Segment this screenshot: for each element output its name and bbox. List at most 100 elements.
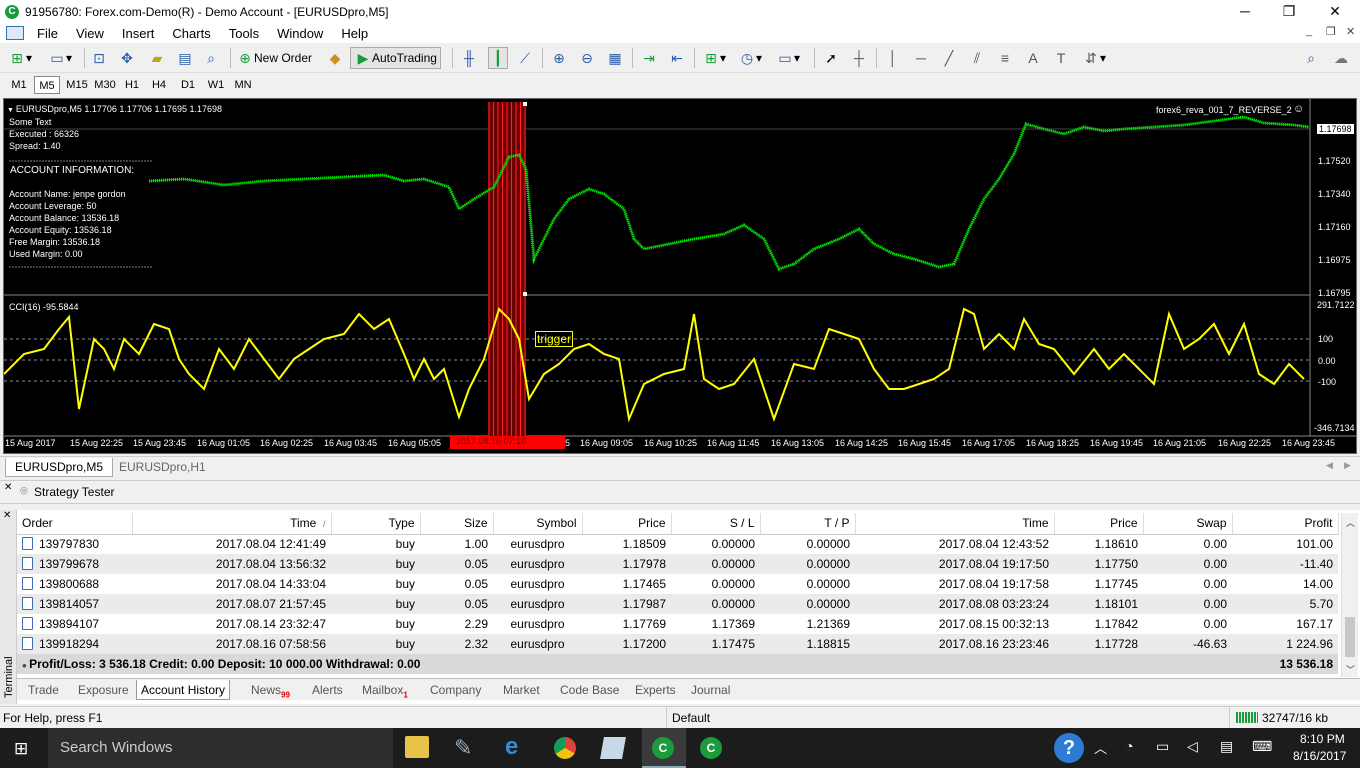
minimize-button[interactable]: ─ (1222, 0, 1268, 23)
fibonacci-button[interactable]: ≡ (996, 47, 1014, 69)
col-price[interactable]: Price (582, 513, 672, 535)
col-tp[interactable]: T / P (760, 513, 856, 535)
maximize-button[interactable]: ❐ (1266, 0, 1312, 23)
close-button[interactable]: ✕ (1312, 0, 1358, 23)
equidistant-channel-button[interactable]: ⫽ (968, 47, 986, 69)
col-type[interactable]: Type (331, 513, 421, 535)
table-row[interactable]: 139797830 2017.08.04 12:41:49 buy 1.00 eurus… (17, 534, 1338, 554)
menu-help[interactable]: Help (332, 26, 377, 41)
table-row[interactable]: 139800688 2017.08.04 14:33:04 buy 0.05 eurus… (17, 574, 1338, 594)
menu-view[interactable]: View (67, 26, 113, 41)
battery-icon[interactable]: ▭ (1156, 738, 1169, 755)
col-swap[interactable]: Swap (1143, 513, 1233, 535)
tab-scroll-left-icon[interactable]: ◀ (1326, 460, 1333, 471)
scroll-up-icon[interactable]: ︿ (1346, 516, 1355, 529)
menu-tools[interactable]: Tools (220, 26, 268, 41)
mdi-close-icon[interactable]: ✕ (1346, 25, 1355, 38)
col-sl[interactable]: S / L (671, 513, 761, 535)
mdi-restore-icon[interactable]: ❐ (1326, 25, 1336, 38)
mdi-icon[interactable] (6, 26, 24, 40)
keyboard-icon[interactable]: ⌨ (1252, 738, 1272, 755)
menu-charts[interactable]: Charts (163, 26, 219, 41)
tab-account-history[interactable]: Account History (136, 680, 231, 700)
cursor-button[interactable]: ➚ (822, 47, 840, 69)
market-watch-button[interactable]: ⊡ (90, 47, 108, 69)
close-terminal-icon[interactable]: ✕ (3, 510, 11, 521)
templates-button[interactable]: ▭ ▾ (776, 47, 800, 69)
scroll-thumb[interactable] (1345, 617, 1355, 657)
col-close-time[interactable]: Time (855, 513, 1055, 535)
col-order[interactable]: Order (17, 513, 133, 535)
terminal-button[interactable]: ▤ (176, 47, 194, 69)
tray-chevron-icon[interactable]: ︿ (1094, 738, 1107, 757)
chart-canvas[interactable] (4, 99, 1356, 453)
tester-button[interactable]: ⌕ (202, 47, 220, 69)
crosshair-button[interactable]: ┼ (850, 47, 868, 69)
period-h1[interactable]: H1 (119, 76, 145, 94)
bar-chart-button[interactable]: ╫ (460, 47, 478, 69)
horizontal-line-button[interactable]: ─ (912, 47, 930, 69)
menu-file[interactable]: File (28, 26, 67, 41)
network-icon[interactable]: ◔ (1125, 738, 1133, 754)
table-row[interactable]: 139918294 2017.08.16 07:58:56 buy 2.32 eurus… (17, 634, 1338, 654)
table-row[interactable]: 139894107 2017.08.14 23:32:47 buy 2.29 eurus… (17, 614, 1338, 634)
period-m30[interactable]: M30 (90, 76, 120, 94)
tab-mailbox[interactable]: Mailbox1 (362, 680, 408, 700)
zoom-in-button[interactable]: ⊕ (550, 47, 568, 69)
text-label-button[interactable]: T (1052, 47, 1070, 69)
tile-windows-button[interactable]: ▦ (606, 47, 624, 69)
col-profit[interactable]: Profit (1232, 513, 1339, 535)
tab-trade[interactable]: Trade (28, 680, 59, 700)
tab-alerts[interactable]: Alerts (312, 680, 343, 700)
chat-button[interactable]: ☁ (1332, 47, 1350, 69)
col-time[interactable]: Time / (132, 513, 332, 535)
navigator-button[interactable]: ✥ (118, 47, 136, 69)
vertical-line-button[interactable]: │ (884, 47, 902, 69)
search-button[interactable]: ⌕ (1302, 47, 1320, 69)
arrows-button[interactable]: ⇵ ▾ (1082, 47, 1106, 69)
period-mn[interactable]: MN (230, 76, 256, 94)
table-row[interactable]: 139799678 2017.08.04 13:56:32 buy 0.05 eurus… (17, 554, 1338, 574)
mdi-minimize-icon[interactable]: _ (1306, 25, 1312, 37)
volume-icon[interactable]: ◁ (1187, 738, 1198, 755)
table-row[interactable]: 139814057 2017.08.07 21:57:45 buy 0.05 eurus… (17, 594, 1338, 614)
period-m1[interactable]: M1 (6, 76, 32, 94)
col-close-price[interactable]: Price (1054, 513, 1144, 535)
chrome-icon[interactable] (554, 737, 576, 759)
trendline-button[interactable]: ╱ (940, 47, 958, 69)
chart-shift-button[interactable]: ⇤ (668, 47, 686, 69)
profiles-button[interactable]: ▭ ▾ (48, 47, 72, 69)
notifications-icon[interactable]: ▤ (1220, 738, 1233, 755)
tab-market[interactable]: Market (503, 680, 540, 700)
menu-insert[interactable]: Insert (113, 26, 164, 41)
period-m15[interactable]: M15 (62, 76, 92, 94)
periods-button[interactable]: ◷ ▾ (738, 47, 762, 69)
period-w1[interactable]: W1 (203, 76, 229, 94)
chart-window[interactable]: ▼ EURUSDpro,M5 1.17706 1.17706 1.17695 1… (3, 98, 1357, 454)
trigger-label[interactable]: trigger (535, 331, 574, 347)
new-order-button[interactable]: ⊕ New Order (236, 47, 312, 69)
period-d1[interactable]: D1 (175, 76, 201, 94)
edge-icon[interactable]: e (505, 733, 518, 761)
new-chart-button[interactable]: ⊞ ▾ (8, 47, 32, 69)
windows-start-icon[interactable]: ⊞ (14, 739, 28, 759)
tab-experts[interactable]: Experts (635, 680, 676, 700)
tab-journal[interactable]: Journal (691, 680, 730, 700)
menu-window[interactable]: Window (268, 26, 332, 41)
chart-tab-h1[interactable]: EURUSDpro,H1 (110, 458, 215, 477)
file-explorer-icon[interactable] (405, 736, 429, 758)
history-scrollbar[interactable]: ︿ ﹀ (1341, 513, 1358, 677)
tab-code-base[interactable]: Code Base (560, 680, 619, 700)
autoscroll-button[interactable]: ⇥ (640, 47, 658, 69)
data-window-button[interactable]: ▰ (148, 47, 166, 69)
taskbar-time[interactable]: 8:10 PM (1300, 732, 1345, 746)
marker-handle[interactable] (523, 292, 527, 296)
col-symbol[interactable]: Symbol (493, 513, 583, 535)
metatrader-icon-2[interactable]: C (700, 737, 722, 759)
autotrading-button[interactable]: ▶ AutoTrading (350, 47, 441, 69)
scroll-down-icon[interactable]: ﹀ (1346, 663, 1355, 676)
indicators-button[interactable]: ⊞ ▾ (702, 47, 726, 69)
col-size[interactable]: Size (420, 513, 494, 535)
candle-chart-button[interactable]: ┃ (488, 47, 508, 69)
zoom-out-button[interactable]: ⊖ (578, 47, 596, 69)
